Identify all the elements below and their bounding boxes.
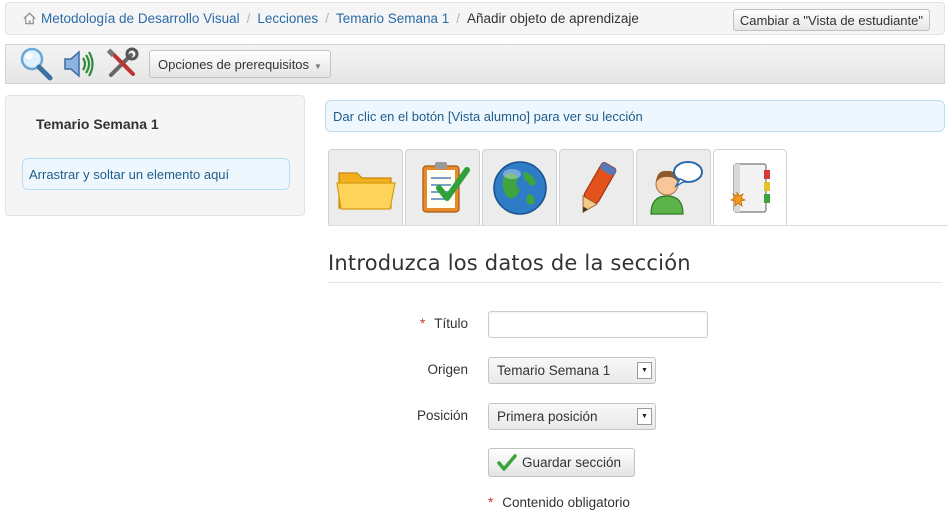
tab-notebook[interactable]: [713, 149, 787, 226]
switch-student-view-button[interactable]: Cambiar a "Vista de estudiante": [732, 9, 930, 31]
breadcrumb-link-week[interactable]: Temario Semana 1: [336, 11, 449, 26]
save-section-label: Guardar sección: [522, 455, 622, 470]
titulo-input[interactable]: [488, 311, 708, 338]
posicion-select[interactable]: Primera posición ▼: [488, 403, 656, 430]
required-note-text: Contenido obligatorio: [502, 495, 630, 510]
posicion-select-value: Primera posición: [497, 409, 598, 424]
section-divider: [328, 282, 942, 283]
tools-icon[interactable]: [103, 45, 141, 83]
chevron-down-icon: ▼: [637, 362, 652, 379]
titulo-label-text: Título: [434, 316, 468, 331]
breadcrumb: Metodología de Desarrollo Visual / Lecci…: [5, 2, 945, 35]
notebook-icon: [729, 163, 770, 213]
folder-icon: [335, 171, 396, 210]
breadcrumb-link-course[interactable]: Metodología de Desarrollo Visual: [41, 11, 240, 26]
breadcrumb-separator: /: [325, 11, 329, 26]
info-message: Dar clic en el botón [Vista alumno] para…: [325, 100, 945, 132]
prerequisites-dropdown-button[interactable]: Opciones de prerequisitos ▼: [149, 50, 331, 78]
tab-user-chat[interactable]: [636, 149, 711, 225]
origen-label: Origen: [427, 362, 468, 377]
chevron-down-icon: ▼: [314, 61, 322, 71]
pencil-icon: [581, 161, 616, 213]
user-chat-icon: [649, 160, 703, 215]
required-note: * Contenido obligatorio: [488, 495, 630, 510]
tabs-divider: [328, 225, 948, 226]
drop-zone[interactable]: Arrastrar y soltar un elemento aquí: [22, 158, 290, 190]
search-zoom-icon[interactable]: [17, 45, 55, 83]
breadcrumb-separator: /: [456, 11, 461, 26]
toolbar: Opciones de prerequisitos ▼: [5, 44, 945, 84]
checkmark-icon: [497, 453, 517, 471]
tab-globe[interactable]: [482, 149, 557, 225]
chevron-down-icon: ▼: [637, 408, 652, 425]
globe-icon: [492, 160, 547, 215]
origen-select-value: Temario Semana 1: [497, 363, 611, 378]
origen-select[interactable]: Temario Semana 1 ▼: [488, 357, 656, 384]
posicion-label: Posición: [416, 408, 468, 423]
tab-checklist[interactable]: [405, 149, 480, 225]
prerequisites-label: Opciones de prerequisitos: [158, 56, 310, 72]
titulo-label: * Título: [328, 316, 468, 331]
breadcrumb-separator: /: [246, 11, 251, 26]
sidebar-panel: Temario Semana 1 Arrastrar y soltar un e…: [5, 95, 305, 216]
breadcrumb-current: Añadir objeto de aprendizaje: [467, 11, 639, 26]
save-section-button[interactable]: Guardar sección: [488, 448, 635, 477]
required-asterisk: *: [488, 495, 494, 510]
home-icon[interactable]: [22, 11, 37, 26]
tab-pencil[interactable]: [559, 149, 634, 225]
tab-folder[interactable]: [328, 149, 403, 225]
speaker-icon[interactable]: [60, 45, 98, 83]
required-asterisk: *: [419, 316, 426, 331]
checklist-icon: [421, 161, 470, 213]
breadcrumb-link-lessons[interactable]: Lecciones: [257, 11, 318, 26]
section-form-title: Introduzca los datos de la sección: [328, 251, 691, 275]
object-type-tabs: [328, 149, 948, 226]
sidebar-title: Temario Semana 1: [36, 116, 159, 132]
